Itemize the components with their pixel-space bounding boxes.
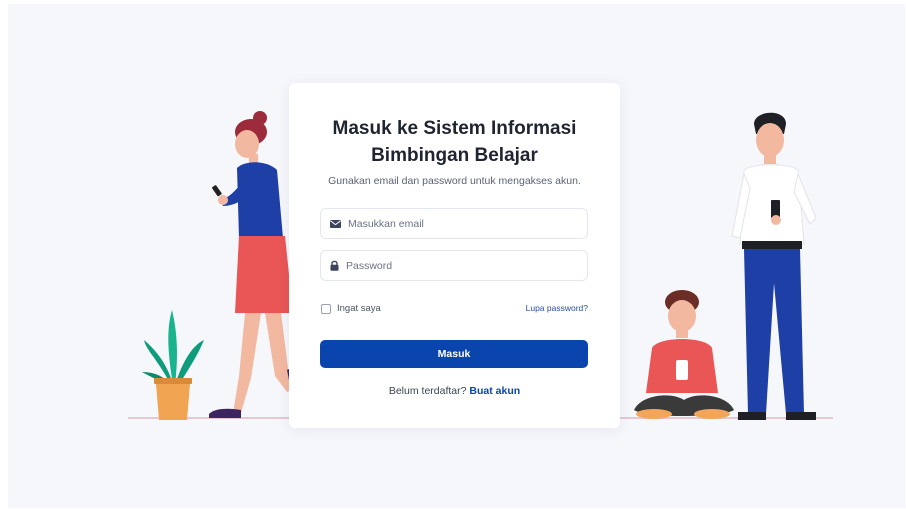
login-card: Masuk ke Sistem Informasi Bimbingan Bela… xyxy=(289,83,620,428)
page-title: Masuk ke Sistem Informasi Bimbingan Bela… xyxy=(332,118,577,166)
login-subtitle: Gunakan email dan password untuk mengaks… xyxy=(328,175,581,187)
lock-icon xyxy=(330,260,339,271)
login-options-row: Ingat saya Lupa password? xyxy=(320,302,588,316)
standing-man-illustration xyxy=(731,112,817,420)
password-input[interactable] xyxy=(346,259,576,272)
signup-prompt: Belum terdaftar? Buat akun xyxy=(289,385,620,397)
email-field[interactable] xyxy=(320,208,588,239)
remember-me-label[interactable]: Ingat saya xyxy=(337,303,381,314)
signup-prompt-text: Belum terdaftar? xyxy=(388,385,467,397)
potted-plant-illustration xyxy=(142,310,204,420)
password-field[interactable] xyxy=(320,250,588,281)
create-account-link[interactable]: Buat akun xyxy=(469,385,520,397)
email-input[interactable] xyxy=(348,217,578,230)
remember-me-checkbox[interactable] xyxy=(321,304,331,314)
envelope-icon xyxy=(330,219,341,228)
sitting-boy-illustration xyxy=(634,290,734,419)
login-button[interactable]: Masuk xyxy=(320,340,588,368)
forgot-password-link[interactable]: Lupa password? xyxy=(526,303,588,313)
woman-with-phone-illustration xyxy=(209,111,300,418)
